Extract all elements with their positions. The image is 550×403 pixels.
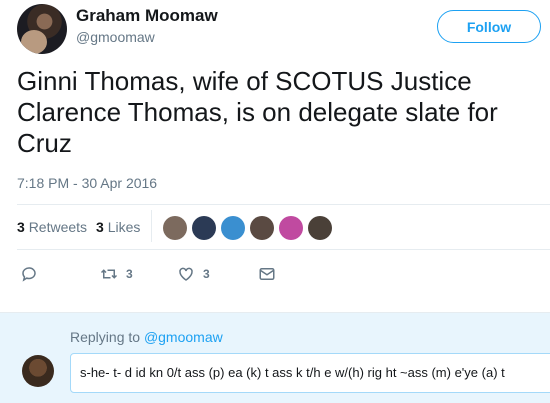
- replying-handle[interactable]: @gmoomaw: [144, 329, 223, 345]
- tweet-card: Graham Moomaw @gmoomaw Follow Ginni Thom…: [0, 0, 550, 403]
- dm-button[interactable]: [258, 265, 276, 283]
- liker-avatar[interactable]: [163, 216, 187, 240]
- retweet-icon: [100, 269, 118, 279]
- reply-user-avatar: [22, 355, 54, 387]
- heart-icon: [179, 267, 193, 281]
- liker-avatar[interactable]: [221, 216, 245, 240]
- reply-input[interactable]: s-he- t- d id kn 0/t ass (p) ea (k) t as…: [70, 353, 550, 393]
- reply-area: Replying to @gmoomaw s-he- t- d id kn 0/…: [0, 312, 550, 403]
- divider: [17, 204, 550, 205]
- liker-avatars: [163, 216, 337, 240]
- likes-count: 3: [96, 219, 104, 235]
- retweets-stat[interactable]: 3 Retweets: [17, 219, 87, 235]
- divider: [17, 249, 550, 250]
- tweet-actions: 3 3: [20, 265, 280, 285]
- liker-avatar[interactable]: [192, 216, 216, 240]
- retweet-button[interactable]: 3: [100, 265, 133, 283]
- replying-to: Replying to @gmoomaw: [70, 329, 223, 345]
- like-button[interactable]: 3: [177, 265, 210, 283]
- author-avatar[interactable]: [17, 4, 67, 54]
- retweets-count: 3: [17, 219, 25, 235]
- likes-stat[interactable]: 3 Likes: [96, 219, 140, 235]
- like-count: 3: [203, 267, 210, 281]
- liker-avatar[interactable]: [279, 216, 303, 240]
- reply-button[interactable]: [20, 265, 38, 283]
- reply-icon: [22, 267, 36, 282]
- stats-separator: [151, 210, 152, 242]
- author-name[interactable]: Graham Moomaw: [76, 6, 218, 26]
- likes-label: Likes: [107, 219, 141, 235]
- retweets-label: Retweets: [28, 219, 88, 235]
- tweet-timestamp[interactable]: 7:18 PM - 30 Apr 2016: [17, 175, 157, 191]
- retweet-count: 3: [126, 267, 133, 281]
- liker-avatar[interactable]: [250, 216, 274, 240]
- envelope-icon: [259, 268, 275, 280]
- author-handle[interactable]: @gmoomaw: [76, 29, 155, 45]
- liker-avatar[interactable]: [308, 216, 332, 240]
- follow-button[interactable]: Follow: [437, 10, 541, 43]
- tweet-text: Ginni Thomas, wife of SCOTUS Justice Cla…: [17, 66, 498, 158]
- replying-prefix: Replying to: [70, 329, 144, 345]
- tweet-stats: 3 Retweets 3 Likes: [17, 219, 149, 235]
